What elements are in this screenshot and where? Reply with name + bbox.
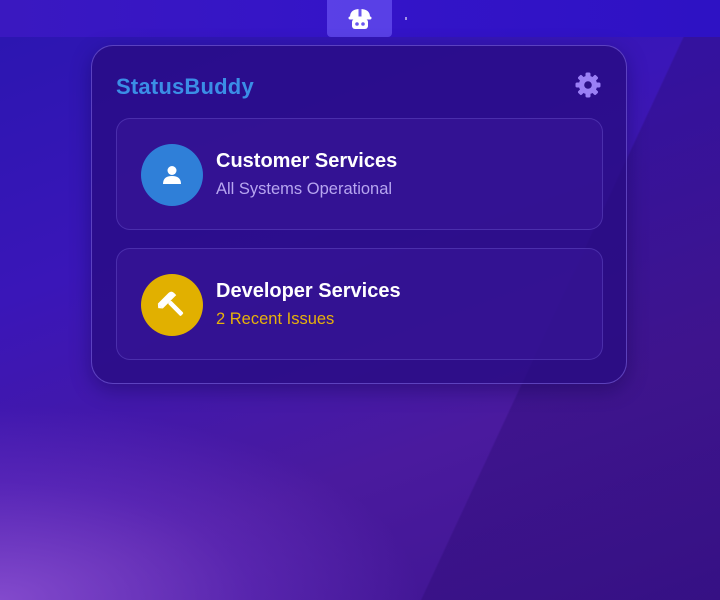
service-status: 2 Recent Issues <box>216 310 335 328</box>
person-icon <box>163 166 181 184</box>
developer-avatar <box>141 274 203 336</box>
service-card-customer[interactable]: Customer Services All Systems Operationa… <box>116 118 603 230</box>
customer-avatar <box>141 144 203 206</box>
helmet-robot-icon <box>348 8 371 29</box>
service-status: All Systems Operational <box>216 180 393 198</box>
gear-icon[interactable] <box>575 72 601 98</box>
app-title: StatusBuddy <box>116 74 254 99</box>
menubar-separator <box>405 17 407 20</box>
statusbuddy-panel: StatusBuddy Customer Services All System… <box>91 45 627 384</box>
service-name: Developer Services <box>216 280 401 302</box>
statusbuddy-menubar-button[interactable] <box>327 0 392 37</box>
hammer-icon <box>157 291 184 316</box>
service-card-developer[interactable]: Developer Services 2 Recent Issues <box>116 248 603 360</box>
service-name: Customer Services <box>216 150 398 172</box>
menu-bar <box>0 0 720 37</box>
